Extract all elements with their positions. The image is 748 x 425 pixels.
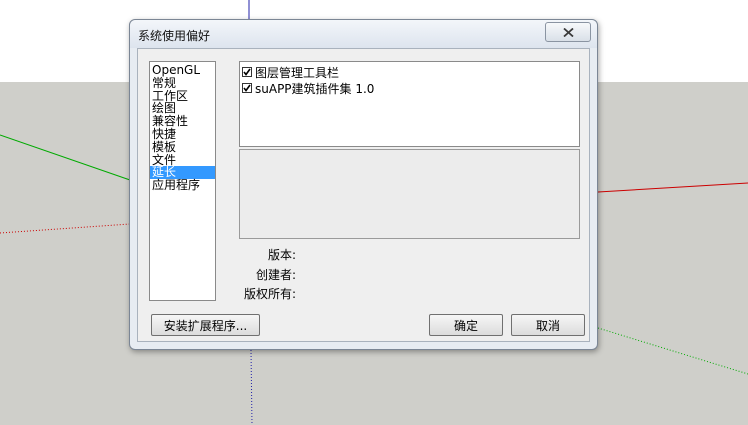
checkmark-icon <box>243 68 251 76</box>
category-item-shortcuts[interactable]: 快捷 <box>150 128 215 141</box>
dialog-titlebar[interactable]: 系统使用偏好 <box>130 20 597 48</box>
extensions-list[interactable]: 图层管理工具栏 suAPP建筑插件集 1.0 <box>239 61 580 147</box>
creator-label: 创建者: <box>255 268 296 282</box>
extension-item[interactable]: suAPP建筑插件集 1.0 <box>242 80 579 96</box>
category-item-opengl[interactable]: OpenGL <box>150 64 215 77</box>
red-axis-line <box>597 182 748 193</box>
ok-button[interactable]: 确定 <box>429 314 503 336</box>
checkmark-icon <box>243 84 251 92</box>
close-x-icon <box>562 27 574 37</box>
cancel-button[interactable]: 取消 <box>511 314 585 336</box>
dialog-title: 系统使用偏好 <box>138 29 211 43</box>
category-list[interactable]: OpenGL 常规 工作区 绘图 兼容性 快捷 模板 文件 延长 应用程序 <box>149 61 216 301</box>
close-button[interactable] <box>545 22 591 42</box>
category-item-general[interactable]: 常规 <box>150 76 215 90</box>
extension-label: suAPP建筑插件集 1.0 <box>255 81 375 96</box>
green-axis-dotted <box>597 327 748 375</box>
extension-description-box <box>239 149 580 239</box>
version-label: 版本: <box>267 248 296 262</box>
blue-axis-dotted <box>250 349 253 425</box>
preferences-dialog: 系统使用偏好 OpenGL 常规 工作区 绘图 兼容性 快捷 模板 文件 延长 … <box>129 19 598 350</box>
extension-checkbox[interactable] <box>242 83 252 93</box>
category-item-template[interactable]: 模板 <box>150 140 215 154</box>
extension-label: 图层管理工具栏 <box>255 65 340 80</box>
extension-checkbox[interactable] <box>242 67 252 77</box>
install-extension-button[interactable]: 安装扩展程序... <box>151 314 260 336</box>
copyright-label: 版权所有: <box>243 287 296 301</box>
green-axis-line <box>0 134 131 181</box>
red-axis-dotted <box>0 223 131 234</box>
category-item-applications[interactable]: 应用程序 <box>150 179 215 192</box>
dialog-client-area: OpenGL 常规 工作区 绘图 兼容性 快捷 模板 文件 延长 应用程序 图层… <box>137 48 590 342</box>
extension-item[interactable]: 图层管理工具栏 <box>242 64 579 80</box>
